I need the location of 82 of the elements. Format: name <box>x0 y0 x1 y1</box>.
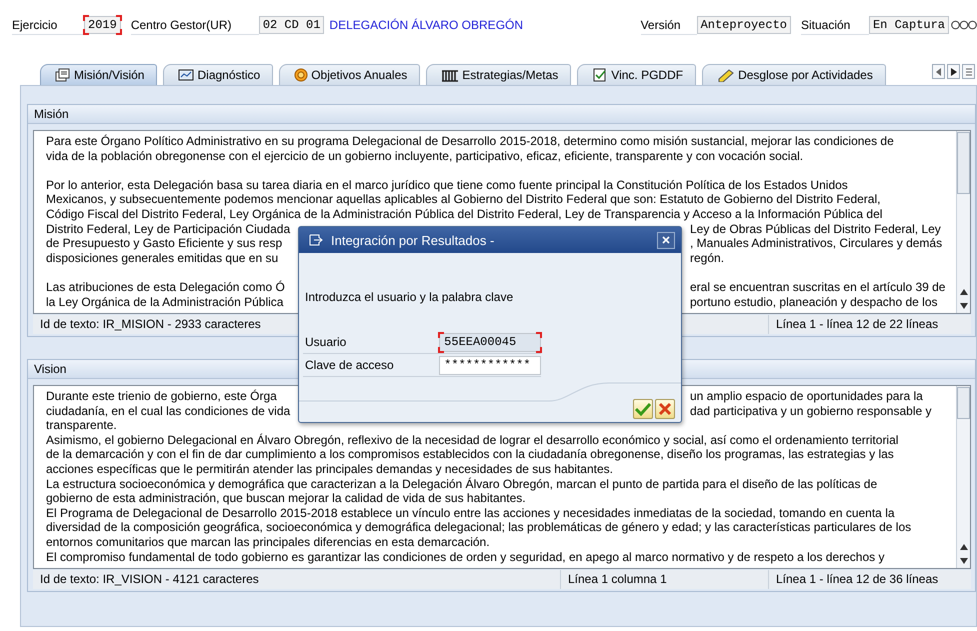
tab[interactable]: Desglose por Actividades <box>702 64 886 85</box>
text-line: Para este Órgano Político Administrativo en su programa Delegacional de Desarrollo 2015-2018, determino como misión sustancial, mejorar las condiciones de <box>46 134 895 149</box>
close-button[interactable] <box>657 232 675 248</box>
text-line: entornos comunitarios que marcan las principales diferencias en esta demarcación. <box>46 534 491 550</box>
text-line: Las atribuciones de esta Delegación como Ó <box>46 280 285 295</box>
text-line: dad participativa y un gobierno responsable y <box>690 404 932 418</box>
left-arrow-icon <box>936 68 942 76</box>
version-field[interactable]: Anteproyecto <box>696 16 791 34</box>
text-line: Durante este trienio de gobierno, este Órga <box>46 389 277 404</box>
tab-list-button[interactable] <box>962 64 975 79</box>
status-text: Línea 1 columna 1 <box>561 570 769 589</box>
text-line: regón. <box>690 250 724 266</box>
text-line: Ley de Obras Públicas del Distrito Federal, Ley <box>690 222 941 236</box>
text-line: vida de la población obregonense con el ejercicio de un gobierno incluyente, participativo, eficaz, eficiente, transparente y con vocación social. <box>46 148 804 164</box>
scrollbar-thumb[interactable] <box>957 132 970 194</box>
text-line: Mexicanos, y subsecuentemente podemos mencionar aquellas aplicables al Gobierno del Distrito Federal que son: Estatuto de Gobierno del Distrito Federal, <box>46 192 882 207</box>
text-line: portuno estudio, planeación y despacho de los <box>690 294 938 310</box>
field-label: Clave de acceso <box>304 358 395 372</box>
text-line: eral se encuentran suscritas en el artículo 39 de <box>690 280 946 295</box>
text-line: diversidad de la composición geográfica, socioeconómica y demográfica delegacional; las problemáticas de género y edad; y las características particulares de los <box>46 520 912 535</box>
dialog-message: Introduzca el usuario y la palabra clave <box>304 289 514 304</box>
username-field[interactable]: 55EEA00045 <box>439 332 541 352</box>
list-icon <box>966 68 972 76</box>
text-line: El Programa de Delegacional de Desarrollo 2015-2018 establece un vínculo entre las acciones y necesidades inmediatas de la sociedad, tomando en cuenta la <box>46 506 896 520</box>
field-label: Usuario <box>304 335 348 349</box>
tab[interactable]: Estrategias/Metas <box>426 64 572 85</box>
close-icon <box>662 236 670 244</box>
target-icon <box>294 68 308 82</box>
text-line: disposiciones generales emitidas que en su <box>46 250 278 266</box>
cost-center-field[interactable]: 02 CD 01 <box>258 16 324 34</box>
scrollbar[interactable] <box>956 131 970 313</box>
text-line: Asimismo, el gobierno Delegacional en Álvaro Obregón, reflexivo de la necesidad de lograr el desarrollo económico y social, así como el ordenamiento territorial <box>46 432 900 448</box>
text-line: Por lo anterior, esta Delegación basa su tarea diaria en el marco jurídico que tiene como fuente principal la Constitución Política de los Estados Unidos <box>46 178 849 192</box>
scroll-left-button[interactable] <box>932 64 945 79</box>
group-title: Misión <box>28 105 975 124</box>
traffic-light-icon <box>951 20 977 30</box>
text-line: de la demarcación y con el fin de dar cumplimiento a los compromisos establecidos con la ciudadanía obregonense, diseño los programas, las estrategias y las <box>46 447 895 462</box>
tab[interactable]: Diagnóstico <box>163 64 274 85</box>
tab[interactable]: Vinc. PGDDF <box>577 64 696 85</box>
cost-center-description: DELEGACIÓN ÁLVARO OBREGÓN <box>329 18 524 32</box>
monitor-icon <box>178 68 194 82</box>
scrollbar-thumb[interactable] <box>957 387 970 419</box>
dialog-title: Integración por Resultados - <box>331 232 494 248</box>
text-line: de Presupuesto y Gasto Eficiente y sus resp <box>46 236 282 251</box>
text-editor[interactable] <box>33 385 971 569</box>
text-line: Código Fiscal del Distrito Federal, Ley Orgánica de la Administración Pública del Distrito Federal, Ley de Transparencia y Acceso a la Información Pública del <box>46 206 884 222</box>
cancel-icon <box>658 402 672 416</box>
status-text: Línea 1 - línea 12 de 36 líneas <box>775 571 940 588</box>
status-field[interactable]: En Captura <box>868 16 949 34</box>
text-line: la Ley Orgánica de la Administración Pública <box>46 294 284 310</box>
pencil-icon <box>717 68 736 82</box>
text-line: Distrito Federal, Ley de Participación Ciudada <box>46 222 290 236</box>
text-line: gobierno de esta administración, que buscan mejorar la calidad de vida de sus habitantes. <box>46 491 527 506</box>
password-field[interactable]: ************ <box>439 356 541 374</box>
text-line: , Manuales Administrativos, Circulares y demás <box>690 236 942 251</box>
scrollbar[interactable] <box>956 386 970 568</box>
up-arrow-icon <box>960 544 968 550</box>
tab[interactable]: Misión/Visión <box>40 64 158 85</box>
text-line: La estructura socioeconómica y demográfica que caracterizan a la Delegación Álvaro Obregón, marcan el punto de partida para el diseño de las políticas de <box>46 476 878 492</box>
check-icon <box>635 402 651 416</box>
text-line: transparente. <box>46 418 118 433</box>
document-check-icon <box>592 68 608 82</box>
down-arrow-icon <box>960 558 968 564</box>
up-arrow-icon <box>960 289 968 295</box>
window-icon <box>309 234 323 246</box>
year-field[interactable]: 2019 <box>84 16 121 34</box>
right-arrow-icon <box>950 68 956 76</box>
status-text: Id de texto: IR_VISION - 4121 caracteres <box>33 570 561 589</box>
confirm-button[interactable] <box>633 399 653 419</box>
text-line: acciones específicas que le permitirán atender las principales demandas y necesidades de sus habitantes. <box>46 462 614 477</box>
bars-icon <box>441 68 460 82</box>
text-line: un amplio espacio de oportunidades para la <box>690 389 923 404</box>
cancel-button[interactable] <box>655 399 675 419</box>
text-line: El compromiso fundamental de todo gobierno es garantizar las condiciones de orden y seguridad, en apego al marco normativo y de respeto a los derechos y <box>46 550 886 564</box>
documents-icon <box>55 68 71 82</box>
scroll-right-button[interactable] <box>947 64 960 79</box>
text-line: ciudadanía, en el cual las condiciones de vida <box>46 404 290 418</box>
field-label: Ejercicio <box>12 16 84 34</box>
tab[interactable]: Objetivos Anuales <box>279 64 420 85</box>
field-label: Centro Gestor(UR) <box>130 16 259 34</box>
status-text: Línea 1 - línea 12 de 22 líneas <box>775 316 940 333</box>
down-arrow-icon <box>960 303 968 309</box>
